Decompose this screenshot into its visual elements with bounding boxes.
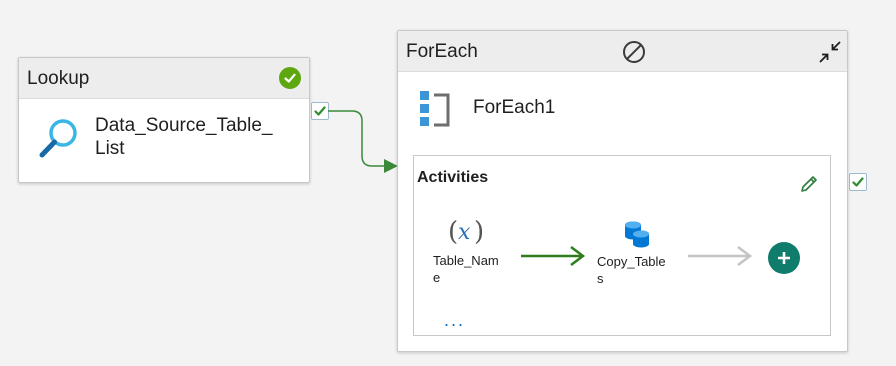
check-icon: [852, 177, 864, 187]
collapse-icon[interactable]: [818, 40, 842, 64]
copy-activity-name: Copy_Table s: [597, 253, 666, 287]
set-variable-activity[interactable]: ( x ): [444, 214, 504, 248]
foreach-activity-node[interactable]: ForEach ForEach1 Activities ( x ) Table_…: [397, 30, 848, 352]
placeholder-dependency-arrow: [688, 246, 753, 266]
more-activities-button[interactable]: ...: [444, 310, 465, 331]
set-variable-activity-name: Table_Nam e: [433, 252, 499, 286]
edit-pencil-icon[interactable]: [799, 174, 819, 194]
svg-text:(: (: [448, 217, 458, 247]
copy-label-line-2: s: [597, 271, 604, 286]
copy-label-line-1: Copy_Table: [597, 254, 666, 269]
svg-text:x: x: [458, 220, 471, 245]
activities-container[interactable]: Activities ( x ) Table_Nam e Copy_Table …: [413, 155, 831, 336]
foreach-icon: [420, 91, 450, 127]
foreach-success-output-handle[interactable]: [849, 173, 867, 191]
set-variable-label-line-1: Table_Nam: [433, 253, 499, 268]
plus-icon: [778, 252, 790, 264]
success-dependency-arrow[interactable]: [519, 244, 589, 268]
deactivate-icon[interactable]: [622, 40, 646, 64]
svg-text:): ): [474, 217, 484, 247]
copy-data-icon[interactable]: [622, 220, 652, 248]
foreach-node-header: ForEach: [398, 31, 847, 72]
foreach-activity-name: ForEach1: [473, 97, 556, 118]
foreach-node-type-label: ForEach: [406, 41, 478, 62]
activities-title: Activities: [417, 169, 489, 186]
variable-icon: ( x ): [448, 217, 484, 247]
add-activity-button[interactable]: [768, 242, 800, 274]
set-variable-label-line-2: e: [433, 270, 441, 285]
